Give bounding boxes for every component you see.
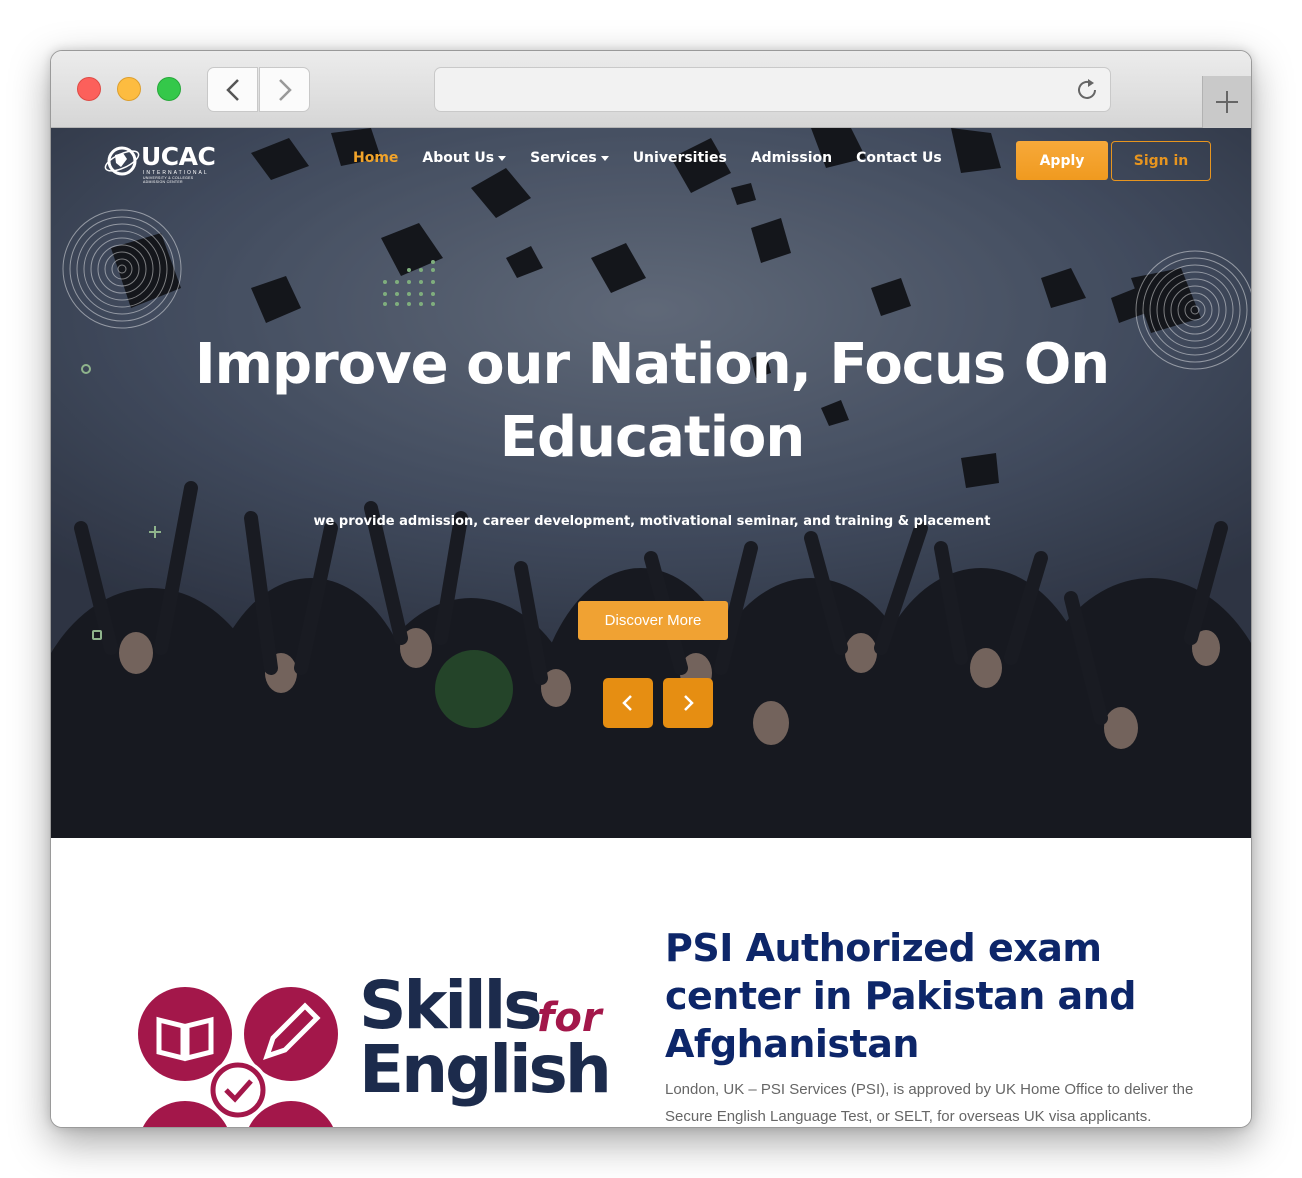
nav-contact-us[interactable]: Contact Us bbox=[856, 150, 942, 166]
maximize-window-button[interactable] bbox=[157, 77, 181, 101]
close-window-button[interactable] bbox=[77, 77, 101, 101]
skills-for-english-logo: Skills for English bbox=[137, 968, 617, 1127]
address-bar[interactable] bbox=[434, 67, 1111, 112]
nav-home[interactable]: Home bbox=[353, 150, 398, 166]
forward-button[interactable] bbox=[259, 67, 310, 112]
browser-window: UCAC INTERNATIONAL UNIVERSITY & COLLEGES… bbox=[50, 50, 1252, 1128]
plus-decoration bbox=[149, 526, 161, 538]
ring-decoration bbox=[81, 364, 91, 374]
back-button[interactable] bbox=[207, 67, 258, 112]
chevron-right-icon bbox=[684, 695, 694, 711]
logo-tagline: UNIVERSITY & COLLEGES ADMISSION CENTER bbox=[143, 176, 194, 184]
hero-title: Improve our Nation, Focus On Education bbox=[194, 332, 1110, 470]
concentric-circles-decoration bbox=[1135, 250, 1251, 370]
nav-label: Home bbox=[353, 150, 399, 166]
hero-overlay bbox=[51, 128, 1251, 838]
caret-down-icon bbox=[498, 155, 507, 161]
reload-button[interactable] bbox=[1074, 77, 1100, 108]
section-title: PSI Authorized exam center in Pakistan a… bbox=[665, 926, 1136, 1066]
nav-admission[interactable]: Admission bbox=[751, 150, 832, 166]
sign-in-button[interactable]: Sign in bbox=[1111, 141, 1211, 181]
nav-universities[interactable]: Universities bbox=[633, 150, 727, 166]
concentric-circles-decoration bbox=[62, 209, 182, 329]
nav-services[interactable]: Services bbox=[530, 150, 609, 166]
reload-icon bbox=[1078, 79, 1096, 99]
nav-label: Universities bbox=[632, 150, 727, 166]
apply-button[interactable]: Apply bbox=[1016, 141, 1108, 180]
main-nav: Home About Us Services Universities Admi… bbox=[353, 150, 966, 166]
plus-icon bbox=[1216, 91, 1238, 113]
logo-english-text: English bbox=[359, 1031, 612, 1108]
web-page: UCAC INTERNATIONAL UNIVERSITY & COLLEGES… bbox=[51, 128, 1251, 1127]
nav-label: Contact Us bbox=[856, 150, 942, 166]
new-tab-button[interactable] bbox=[1202, 76, 1251, 128]
nav-about-us[interactable]: About Us bbox=[422, 150, 507, 166]
chevron-left-icon bbox=[622, 695, 632, 711]
logo-text: UCAC bbox=[141, 142, 216, 171]
browser-toolbar bbox=[51, 51, 1251, 128]
dot-grid-decoration bbox=[383, 260, 435, 306]
chevron-left-icon bbox=[225, 78, 239, 101]
square-decoration bbox=[92, 630, 102, 640]
caret-down-icon bbox=[600, 155, 609, 161]
nav-label: Services bbox=[530, 150, 597, 166]
discover-more-button[interactable]: Discover More bbox=[578, 601, 728, 640]
carousel-prev-button[interactable] bbox=[603, 678, 653, 728]
chevron-right-icon bbox=[278, 78, 292, 101]
ucac-logo[interactable]: UCAC INTERNATIONAL UNIVERSITY & COLLEGES… bbox=[103, 140, 216, 184]
carousel-next-button[interactable] bbox=[663, 678, 713, 728]
nav-label: Admission bbox=[750, 150, 833, 166]
globe-logo-icon bbox=[104, 146, 140, 176]
hero-subtitle: we provide admission, career development… bbox=[313, 514, 991, 529]
green-circle-decoration bbox=[435, 650, 513, 728]
section-text: London, UK – PSI Services (PSI), is appr… bbox=[665, 1081, 1194, 1125]
hero-banner: UCAC INTERNATIONAL UNIVERSITY & COLLEGES… bbox=[51, 128, 1251, 838]
minimize-window-button[interactable] bbox=[117, 77, 141, 101]
nav-label: About Us bbox=[422, 150, 495, 166]
